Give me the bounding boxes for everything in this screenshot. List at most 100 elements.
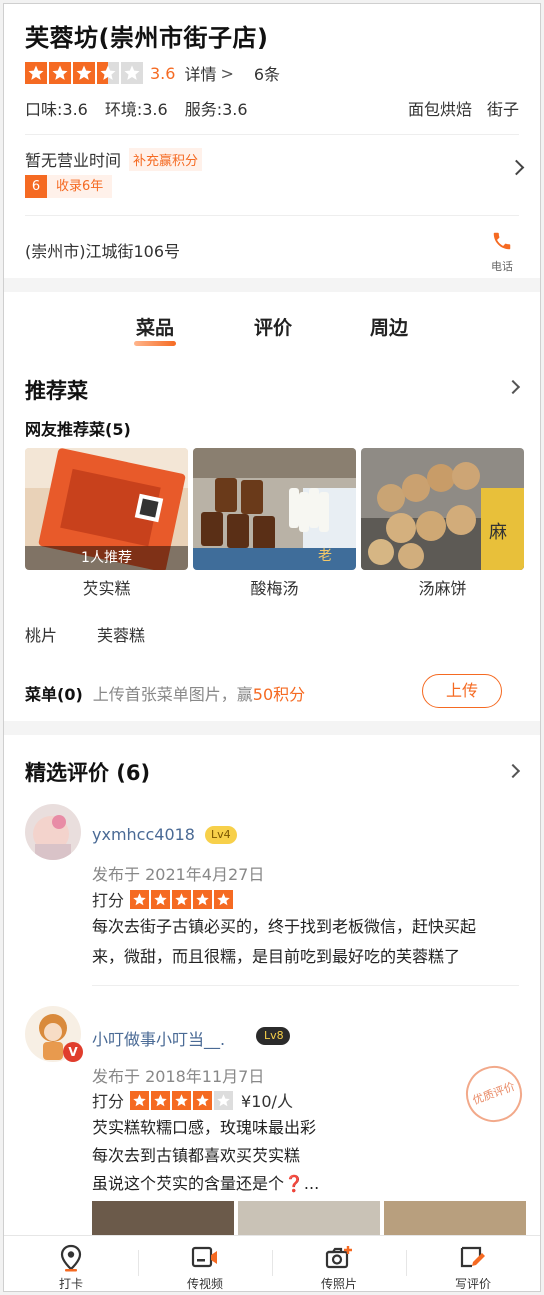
menu-points: 50积分	[252, 685, 306, 704]
review-line: 每次去到古镇都喜欢买芡实糕	[92, 1146, 301, 1165]
star-icon	[130, 1090, 150, 1110]
tab-bar: 菜品 评价 周边	[4, 292, 540, 352]
dish-image[interactable]: 麻	[361, 448, 524, 570]
camera-icon	[325, 1246, 352, 1269]
business-hours[interactable]: 暂无营业时间 补充赢积分	[25, 147, 203, 171]
upload-button[interactable]: 上传	[422, 674, 502, 708]
checkin-button[interactable]: 打卡	[4, 1236, 138, 1291]
review-text[interactable]: 每次去街子古镇必买的，终于找到老板微信，赶快买起 来，微甜，而且很糯，是目前吃到…	[92, 912, 522, 972]
avatar-image	[25, 804, 81, 860]
menu-row: 菜单(0) 上传首张菜单图片，赢50积分	[25, 681, 305, 705]
upload-video-label: 传视频	[186, 1277, 223, 1291]
phone-button[interactable]: 电话	[486, 230, 518, 274]
extra-dish[interactable]: 桃片	[25, 622, 57, 646]
review-line: 芡实糕软糯口感，玫瑰味最出彩	[92, 1118, 317, 1137]
star-icon	[151, 1090, 171, 1110]
username[interactable]: 小叮做事小叮当__.	[92, 1026, 225, 1050]
half-star-icon	[97, 62, 119, 84]
service-score: 服务:3.6	[184, 100, 248, 119]
review-line: 每次去街子古镇必买的，终于找到老板微信，赶快买起	[92, 917, 477, 936]
write-review-button[interactable]: 写评价	[406, 1236, 540, 1291]
recommended-title[interactable]: 推荐菜	[25, 375, 88, 405]
divider	[92, 985, 519, 986]
menu-label: 菜单(0)	[25, 685, 83, 704]
tab-dishes[interactable]: 菜品	[133, 313, 177, 346]
review-date: 发布于 2021年4月27日	[92, 865, 265, 884]
star-icon	[151, 889, 171, 909]
sub-scores: 口味:3.6 环境:3.6 服务:3.6 面包烘焙 街子	[25, 96, 519, 120]
chevron-right-icon[interactable]	[505, 379, 521, 395]
detail-link[interactable]: 详情	[184, 61, 216, 85]
environment-score: 环境:3.6	[104, 100, 168, 119]
shop-header: 芙蓉坊(崇州市街子店) 3.6 详情 > 6条 口味:3.6 环境:3.6 服务…	[4, 4, 540, 278]
star-icon	[172, 889, 192, 909]
taste-score: 口味:3.6	[25, 100, 88, 119]
score-label: 打分	[92, 1092, 125, 1111]
menu-hint: 上传首张菜单图片，赢50积分	[92, 685, 306, 704]
level-badge: Lv4	[205, 826, 237, 844]
star-icon	[49, 62, 71, 84]
dish-photo: 老	[193, 448, 356, 570]
verified-v-icon: V	[63, 1042, 83, 1062]
area-tag[interactable]: 街子	[487, 96, 519, 120]
chevron-right-icon[interactable]	[505, 763, 521, 779]
divider	[25, 215, 519, 216]
star-icon	[172, 1090, 192, 1110]
video-icon	[191, 1246, 217, 1268]
dish-name[interactable]: 芡实糕	[25, 575, 188, 599]
supplement-badge[interactable]: 补充赢积分	[129, 147, 203, 171]
category-tag[interactable]: 面包烘焙	[408, 96, 472, 120]
dish-name[interactable]: 汤麻饼	[361, 575, 524, 599]
star-icon	[214, 889, 234, 909]
section-gap	[4, 721, 540, 735]
section-gap	[4, 278, 540, 292]
level-badge: Lv8	[256, 1027, 290, 1045]
phone-label: 电话	[491, 260, 513, 273]
svg-text:老: 老	[318, 548, 332, 564]
upload-photo-button[interactable]: 传照片	[272, 1236, 406, 1291]
chevron-right-icon[interactable]	[508, 159, 525, 176]
review-line: 来，微甜，而且很糯，是目前吃到最好吃的芙蓉糕了	[92, 947, 461, 966]
write-review-icon	[460, 1246, 485, 1268]
price-per-person: ¥10/人	[241, 1092, 293, 1111]
reviews-title[interactable]: 精选评价 (6)	[25, 757, 150, 787]
upload-photo-label: 传照片	[320, 1277, 357, 1291]
hours-text: 暂无营业时间	[25, 151, 122, 170]
write-review-label: 写评价	[454, 1277, 491, 1291]
location-pin-icon	[60, 1244, 82, 1272]
extra-dish[interactable]: 芙蓉糕	[97, 622, 145, 646]
avatar[interactable]	[25, 804, 81, 860]
dish-image[interactable]: 1人推荐	[25, 448, 188, 570]
review-text[interactable]: 芡实糕软糯口感，玫瑰味最出彩 每次去到古镇都喜欢买芡实糕 虽说这个芡实的含量还是…	[92, 1114, 522, 1198]
tab-reviews[interactable]: 评价	[254, 313, 292, 340]
upload-video-button[interactable]: 传视频	[138, 1236, 272, 1291]
rating-row: 3.6 详情 > 6条	[25, 61, 280, 85]
category-tags: 面包烘焙 街子	[408, 96, 519, 120]
empty-star-icon	[214, 1090, 234, 1110]
badge-number: 6	[25, 175, 47, 198]
star-icon	[130, 889, 150, 909]
review-score: 打分	[92, 887, 235, 911]
review-count[interactable]: 6条	[254, 61, 280, 85]
bottom-action-bar: 打卡 传视频 传照片 写评价	[4, 1235, 540, 1291]
username[interactable]: yxmhcc4018	[92, 825, 195, 844]
divider	[25, 134, 519, 135]
indexed-badge: 6 收录6年	[25, 175, 113, 198]
phone-icon	[493, 232, 511, 250]
app-screen: 芙蓉坊(崇州市街子店) 3.6 详情 > 6条 口味:3.6 环境:3.6 服务…	[3, 3, 541, 1292]
review-line: 虽说这个芡实的含量还是个❓...	[92, 1174, 320, 1193]
empty-star-icon	[121, 62, 143, 84]
address[interactable]: (崇州市)江城街106号	[25, 238, 180, 262]
tab-nearby[interactable]: 周边	[370, 313, 408, 340]
score-label: 打分	[92, 891, 125, 910]
star-icon	[25, 62, 47, 84]
star-icon	[193, 1090, 213, 1110]
review-score: 打分 ¥10/人	[92, 1088, 293, 1112]
svg-text:麻: 麻	[489, 522, 507, 543]
chevron-right-icon[interactable]: >	[220, 64, 233, 83]
dish-image[interactable]: 老	[193, 448, 356, 570]
shop-title: 芙蓉坊(崇州市街子店)	[25, 24, 269, 52]
dish-name[interactable]: 酸梅汤	[193, 575, 356, 599]
rating-score: 3.6	[150, 63, 176, 83]
review-date: 发布于 2018年11月7日	[92, 1067, 265, 1086]
